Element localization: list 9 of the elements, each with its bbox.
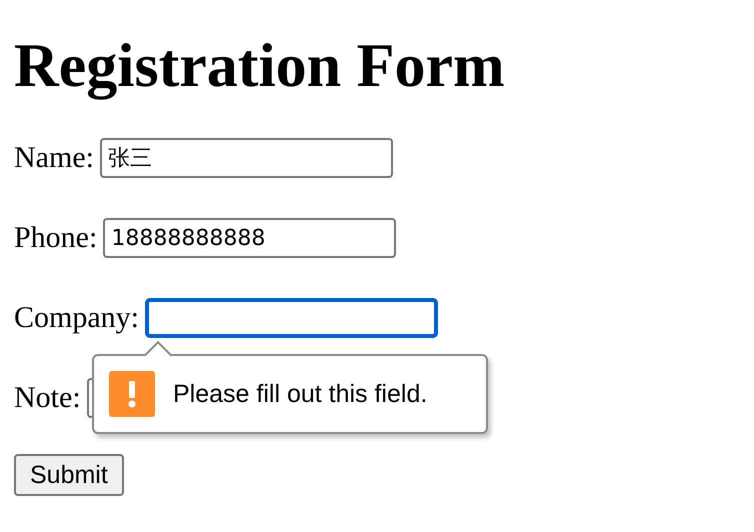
field-label: Phone: — [14, 221, 98, 255]
input-field[interactable]: 18888888888 — [103, 218, 396, 258]
input-field[interactable]: 张三 — [100, 138, 393, 178]
validation-message: Please fill out this field. — [173, 380, 428, 408]
field-label: Note: — [14, 381, 81, 415]
submit-button[interactable]: Submit — [14, 454, 124, 496]
page-title: Registration Form — [14, 31, 506, 102]
field-label: Company: — [14, 301, 139, 335]
field-label: Name: — [14, 141, 94, 175]
